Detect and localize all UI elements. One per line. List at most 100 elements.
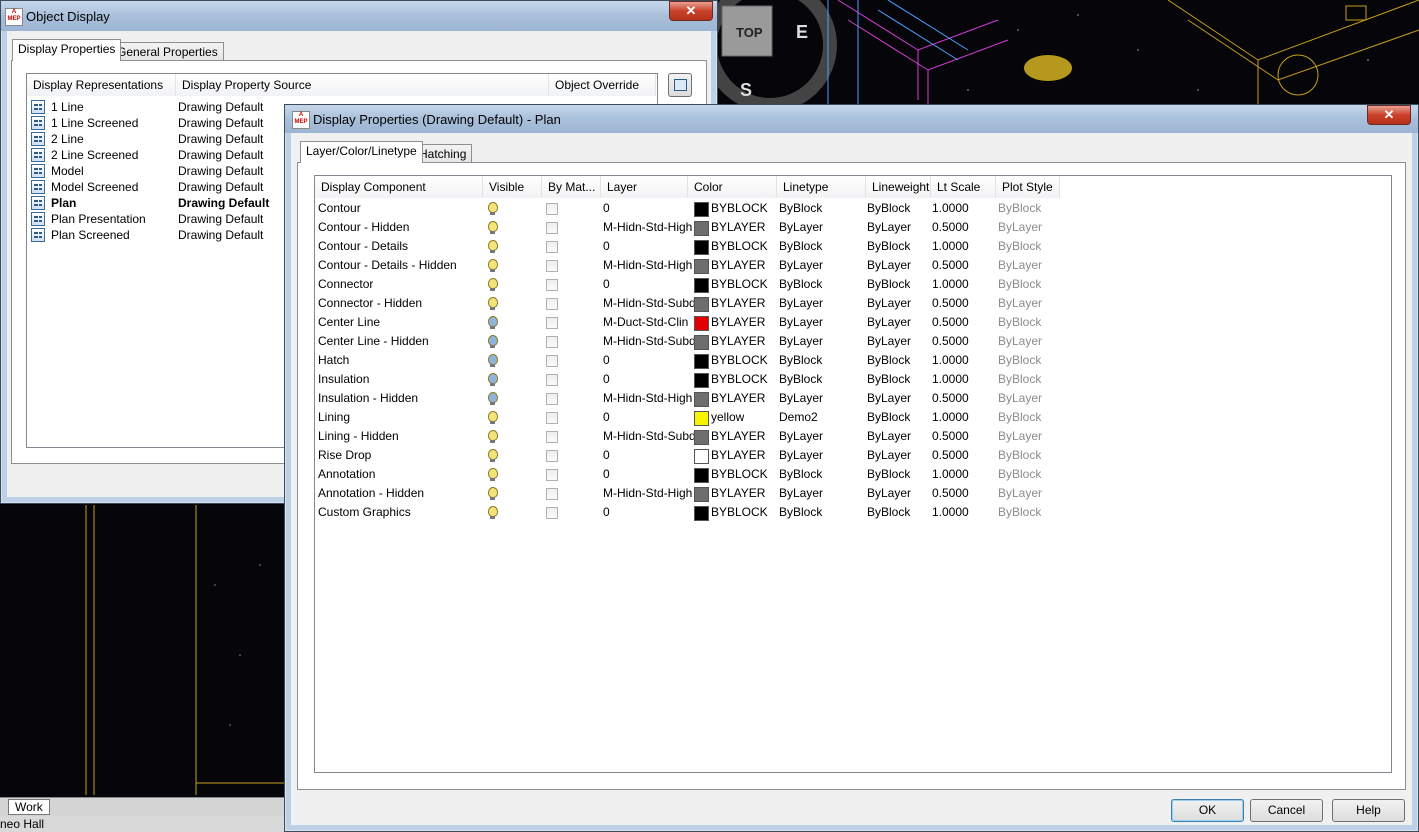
tab-display-properties[interactable]: Display Properties	[12, 39, 122, 61]
linetype-value[interactable]: ByBlock	[779, 199, 822, 218]
linetype-value[interactable]: ByLayer	[779, 332, 823, 351]
tab-layer-color-linetype[interactable]: Layer/Color/Linetype	[300, 141, 423, 163]
lineweight-value[interactable]: ByLayer	[867, 427, 911, 446]
linetype-value[interactable]: ByLayer	[779, 256, 823, 275]
visible-bulb-icon[interactable]	[488, 259, 498, 272]
layer-value[interactable]: M-Duct-Std-Clin	[603, 313, 688, 332]
by-material-checkbox[interactable]	[546, 298, 558, 310]
color-value[interactable]: BYBLOCK	[711, 370, 768, 389]
component-row[interactable]: Contour - Details 0 BYBLOCK ByBlock ByBlock 1…	[315, 237, 1391, 256]
layer-value[interactable]: 0	[603, 199, 610, 218]
lineweight-value[interactable]: ByLayer	[867, 484, 911, 503]
linetype-value[interactable]: ByLayer	[779, 389, 823, 408]
color-value[interactable]: BYLAYER	[711, 427, 765, 446]
linetype-value[interactable]: ByLayer	[779, 484, 823, 503]
layer-value[interactable]: M-Hidn-Std-High	[603, 484, 692, 503]
ok-button[interactable]: OK	[1171, 799, 1244, 822]
layer-value[interactable]: M-Hidn-Std-Subd	[603, 427, 696, 446]
lt-scale-value[interactable]: 1.0000	[932, 351, 969, 370]
lineweight-value[interactable]: ByBlock	[867, 199, 910, 218]
plot-style-value[interactable]: ByBlock	[998, 446, 1041, 465]
linetype-value[interactable]: ByLayer	[779, 218, 823, 237]
lineweight-value[interactable]: ByBlock	[867, 370, 910, 389]
linetype-value[interactable]: ByBlock	[779, 237, 822, 256]
display-components-grid[interactable]: Display Component Visible By Mat... Layer Co…	[314, 175, 1392, 773]
col-layer[interactable]: Layer	[601, 176, 688, 198]
visible-bulb-icon[interactable]	[488, 373, 498, 386]
color-swatch[interactable]	[694, 468, 709, 483]
lineweight-value[interactable]: ByBlock	[867, 351, 910, 370]
by-material-checkbox[interactable]	[546, 393, 558, 405]
color-value[interactable]: BYBLOCK	[711, 351, 768, 370]
display-properties-titlebar[interactable]: A MEP Display Properties (Drawing Default…	[285, 105, 1418, 133]
plot-style-value[interactable]: ByLayer	[998, 332, 1042, 351]
visible-bulb-icon[interactable]	[488, 278, 498, 291]
color-value[interactable]: BYBLOCK	[711, 465, 768, 484]
color-swatch[interactable]	[694, 354, 709, 369]
component-row[interactable]: Lining - Hidden M-Hidn-Std-Subd BYLAYER ByL…	[315, 427, 1391, 446]
cancel-button[interactable]: Cancel	[1250, 799, 1323, 822]
layer-value[interactable]: M-Hidn-Std-High	[603, 218, 692, 237]
color-swatch[interactable]	[694, 506, 709, 521]
lineweight-value[interactable]: ByLayer	[867, 389, 911, 408]
linetype-value[interactable]: Demo2	[779, 408, 818, 427]
lineweight-value[interactable]: ByLayer	[867, 313, 911, 332]
by-material-checkbox[interactable]	[546, 488, 558, 500]
col-lt-scale[interactable]: Lt Scale	[931, 176, 996, 198]
color-swatch[interactable]	[694, 221, 709, 236]
lt-scale-value[interactable]: 0.5000	[932, 427, 969, 446]
col-plot-style[interactable]: Plot Style	[996, 176, 1060, 198]
visible-bulb-icon[interactable]	[488, 240, 498, 253]
component-row[interactable]: Annotation 0 BYBLOCK ByBlock ByBlock 1.0000 By…	[315, 465, 1391, 484]
by-material-checkbox[interactable]	[546, 374, 558, 386]
color-swatch[interactable]	[694, 449, 709, 464]
by-material-checkbox[interactable]	[546, 355, 558, 367]
linetype-value[interactable]: ByLayer	[779, 446, 823, 465]
by-material-checkbox[interactable]	[546, 507, 558, 519]
linetype-value[interactable]: ByLayer	[779, 427, 823, 446]
tab-general-properties[interactable]: General Properties	[111, 42, 224, 61]
layer-value[interactable]: 0	[603, 275, 610, 294]
component-row[interactable]: Connector - Hidden M-Hidn-Std-Subd BYLAYER…	[315, 294, 1391, 313]
display-properties-close-button[interactable]: ✕	[1367, 105, 1411, 125]
color-value[interactable]: BYLAYER	[711, 294, 765, 313]
col-linetype[interactable]: Linetype	[777, 176, 866, 198]
by-material-checkbox[interactable]	[546, 450, 558, 462]
color-swatch[interactable]	[694, 202, 709, 217]
component-row[interactable]: Custom Graphics 0 BYBLOCK ByBlock ByBlock 1.0…	[315, 503, 1391, 522]
col-object-override[interactable]: Object Override	[549, 74, 656, 96]
color-value[interactable]: BYLAYER	[711, 389, 765, 408]
color-swatch[interactable]	[694, 373, 709, 388]
viewcube-top-label[interactable]: TOP	[736, 25, 763, 40]
linetype-value[interactable]: ByBlock	[779, 351, 822, 370]
visible-bulb-icon[interactable]	[488, 506, 498, 519]
linetype-value[interactable]: ByBlock	[779, 275, 822, 294]
color-swatch[interactable]	[694, 240, 709, 255]
lt-scale-value[interactable]: 0.5000	[932, 294, 969, 313]
lt-scale-value[interactable]: 0.5000	[932, 446, 969, 465]
component-row[interactable]: Contour 0 BYBLOCK ByBlock ByBlock 1.0000 ByBlo…	[315, 199, 1391, 218]
color-value[interactable]: BYLAYER	[711, 332, 765, 351]
visible-bulb-icon[interactable]	[488, 354, 498, 367]
component-row[interactable]: Connector 0 BYBLOCK ByBlock ByBlock 1.0000 ByB…	[315, 275, 1391, 294]
by-material-checkbox[interactable]	[546, 317, 558, 329]
linetype-value[interactable]: ByBlock	[779, 503, 822, 522]
layer-value[interactable]: 0	[603, 465, 610, 484]
plot-style-value[interactable]: ByBlock	[998, 503, 1041, 522]
lineweight-value[interactable]: ByLayer	[867, 332, 911, 351]
plot-style-value[interactable]: ByLayer	[998, 484, 1042, 503]
color-value[interactable]: BYLAYER	[711, 484, 765, 503]
object-display-titlebar[interactable]: A MEP Object Display ✕	[1, 1, 717, 31]
lt-scale-value[interactable]: 0.5000	[932, 389, 969, 408]
plot-style-value[interactable]: ByBlock	[998, 351, 1041, 370]
plot-style-value[interactable]: ByBlock	[998, 313, 1041, 332]
lineweight-value[interactable]: ByBlock	[867, 465, 910, 484]
plot-style-value[interactable]: ByLayer	[998, 294, 1042, 313]
component-row[interactable]: Lining 0 yellow Demo2 ByBlock 1.0000 ByBlock	[315, 408, 1391, 427]
linetype-value[interactable]: ByBlock	[779, 465, 822, 484]
object-display-close-button[interactable]: ✕	[669, 1, 713, 21]
color-swatch[interactable]	[694, 259, 709, 274]
lineweight-value[interactable]: ByLayer	[867, 256, 911, 275]
lt-scale-value[interactable]: 1.0000	[932, 199, 969, 218]
visible-bulb-icon[interactable]	[488, 221, 498, 234]
